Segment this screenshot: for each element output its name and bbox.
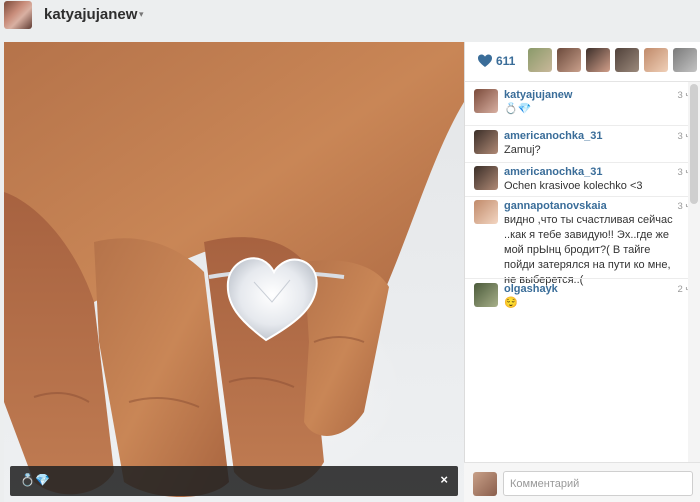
comment-text: 💍💎 (504, 103, 532, 115)
comment-text: Zamuj? (504, 144, 541, 156)
liker-avatar[interactable] (528, 48, 552, 72)
comment-item: americanochka_31 Zamuj? 3 ч. (465, 130, 700, 164)
comment-item: olgashayk 😌 2 ч. (465, 283, 700, 317)
heart-icon[interactable] (477, 53, 493, 69)
scroll-thumb[interactable] (690, 84, 698, 204)
liker-avatar[interactable] (557, 48, 581, 72)
liker-avatar[interactable] (673, 48, 697, 72)
top-bar: katyajujanew ▾ (0, 0, 700, 38)
avatar (473, 472, 497, 496)
avatar[interactable] (474, 130, 498, 154)
comment-composer (464, 462, 700, 502)
owner-avatar[interactable] (4, 1, 32, 29)
comments-scrollbar[interactable] (688, 82, 700, 462)
owner-username[interactable]: katyajujanew (44, 6, 137, 23)
comment-text: видно ,что ты счастливая сейчас ..как я … (504, 214, 673, 286)
comment-username[interactable]: americanochka_31 (504, 166, 602, 178)
comment-item: katyajujanew 💍💎 3 ч. (465, 89, 700, 125)
comment-username[interactable]: olgashayk (504, 283, 558, 295)
divider (465, 196, 700, 197)
caption-text: 💍💎 (20, 473, 50, 487)
comment-text: Ochen krasivoe kolechko <3 (504, 180, 643, 192)
liker-avatar[interactable] (644, 48, 668, 72)
comment-username[interactable]: americanochka_31 (504, 130, 602, 142)
avatar[interactable] (474, 89, 498, 113)
chevron-down-icon[interactable]: ▾ (139, 9, 144, 20)
likes-row: 611 (465, 42, 700, 82)
divider (465, 278, 700, 279)
close-icon[interactable]: × (440, 472, 448, 487)
hand-with-ring-image (4, 42, 464, 497)
divider (465, 162, 700, 163)
liker-avatar[interactable] (615, 48, 639, 72)
divider (465, 125, 700, 126)
comments-panel: 611 katyajujanew 💍💎 3 ч. americanochka_3… (464, 42, 700, 502)
comment-username[interactable]: gannapotanovskaia (504, 200, 607, 212)
avatar[interactable] (474, 200, 498, 224)
liker-avatar[interactable] (586, 48, 610, 72)
comment-username[interactable]: katyajujanew (504, 89, 572, 101)
comment-text: 😌 (504, 297, 518, 309)
avatar[interactable] (474, 283, 498, 307)
like-count[interactable]: 611 (496, 54, 515, 68)
avatar[interactable] (474, 166, 498, 190)
comment-item: gannapotanovskaia видно ,что ты счастлив… (465, 200, 700, 286)
post-photo: 💍💎 × (4, 42, 464, 502)
comment-input[interactable] (503, 471, 693, 496)
caption-bar: 💍💎 × (10, 466, 458, 496)
comment-item: americanochka_31 Ochen krasivoe kolechko… (465, 166, 700, 198)
